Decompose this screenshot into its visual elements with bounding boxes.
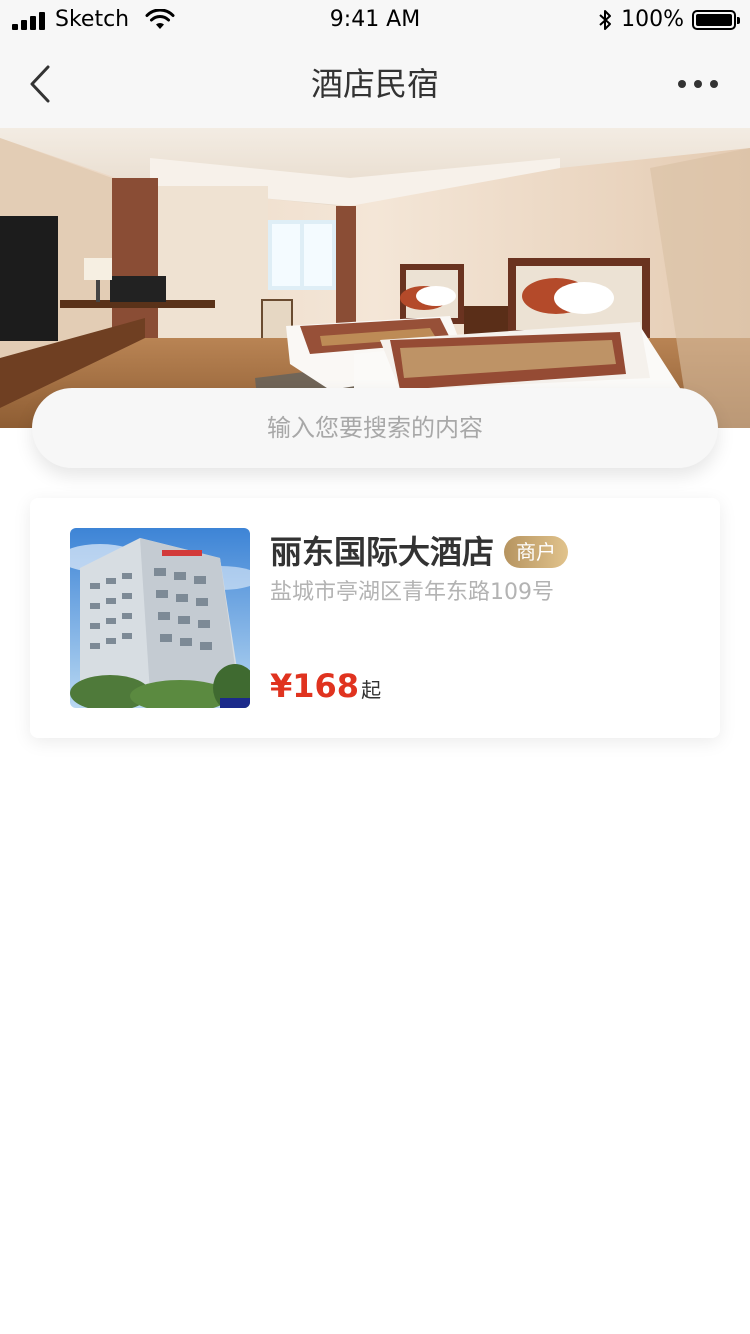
more-dot-icon bbox=[710, 80, 718, 88]
back-button[interactable] bbox=[18, 60, 62, 108]
hotel-list-page: Sketch 9:41 AM 100% 酒店民宿 输入您要搜索的内容 丽东国际大… bbox=[0, 0, 750, 1334]
chevron-left-icon bbox=[30, 65, 50, 103]
search-input[interactable] bbox=[63, 397, 687, 459]
battery-percent: 100% bbox=[621, 7, 684, 32]
bluetooth-icon bbox=[599, 10, 612, 30]
more-dot-icon bbox=[678, 80, 686, 88]
page-title: 酒店民宿 bbox=[310, 65, 439, 103]
search-bar[interactable] bbox=[32, 388, 718, 468]
price-suffix: 起 bbox=[361, 678, 382, 702]
banner-image bbox=[0, 128, 750, 428]
hotel-thumbnail bbox=[70, 528, 250, 708]
status-right: 100% bbox=[597, 7, 740, 32]
hotel-price: ¥168 bbox=[270, 667, 360, 705]
hotel-card[interactable]: 丽东国际大酒店 商户 盐城市亭湖区青年东路109号 ¥168 起 bbox=[30, 498, 720, 738]
price-row: ¥168 起 bbox=[270, 666, 381, 706]
battery-icon bbox=[692, 10, 740, 30]
merchant-badge: 商户 bbox=[504, 536, 569, 568]
nav-bar: 酒店民宿 bbox=[0, 40, 750, 128]
hotel-name-row: 丽东国际大酒店 商户 bbox=[270, 532, 569, 572]
hotel-address: 盐城市亭湖区青年东路109号 bbox=[270, 580, 554, 605]
more-dot-icon bbox=[694, 80, 702, 88]
more-button[interactable] bbox=[668, 62, 728, 106]
hotel-name[interactable]: 丽东国际大酒店 bbox=[270, 532, 494, 572]
status-bar: Sketch 9:41 AM 100% bbox=[0, 0, 750, 40]
hotel-room-photo bbox=[0, 128, 750, 428]
hotel-building-photo bbox=[70, 528, 250, 708]
